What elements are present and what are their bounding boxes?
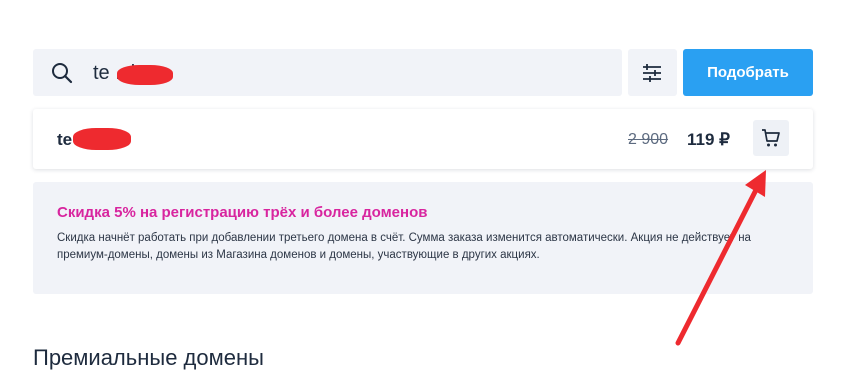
annotation-arrow <box>675 170 766 346</box>
